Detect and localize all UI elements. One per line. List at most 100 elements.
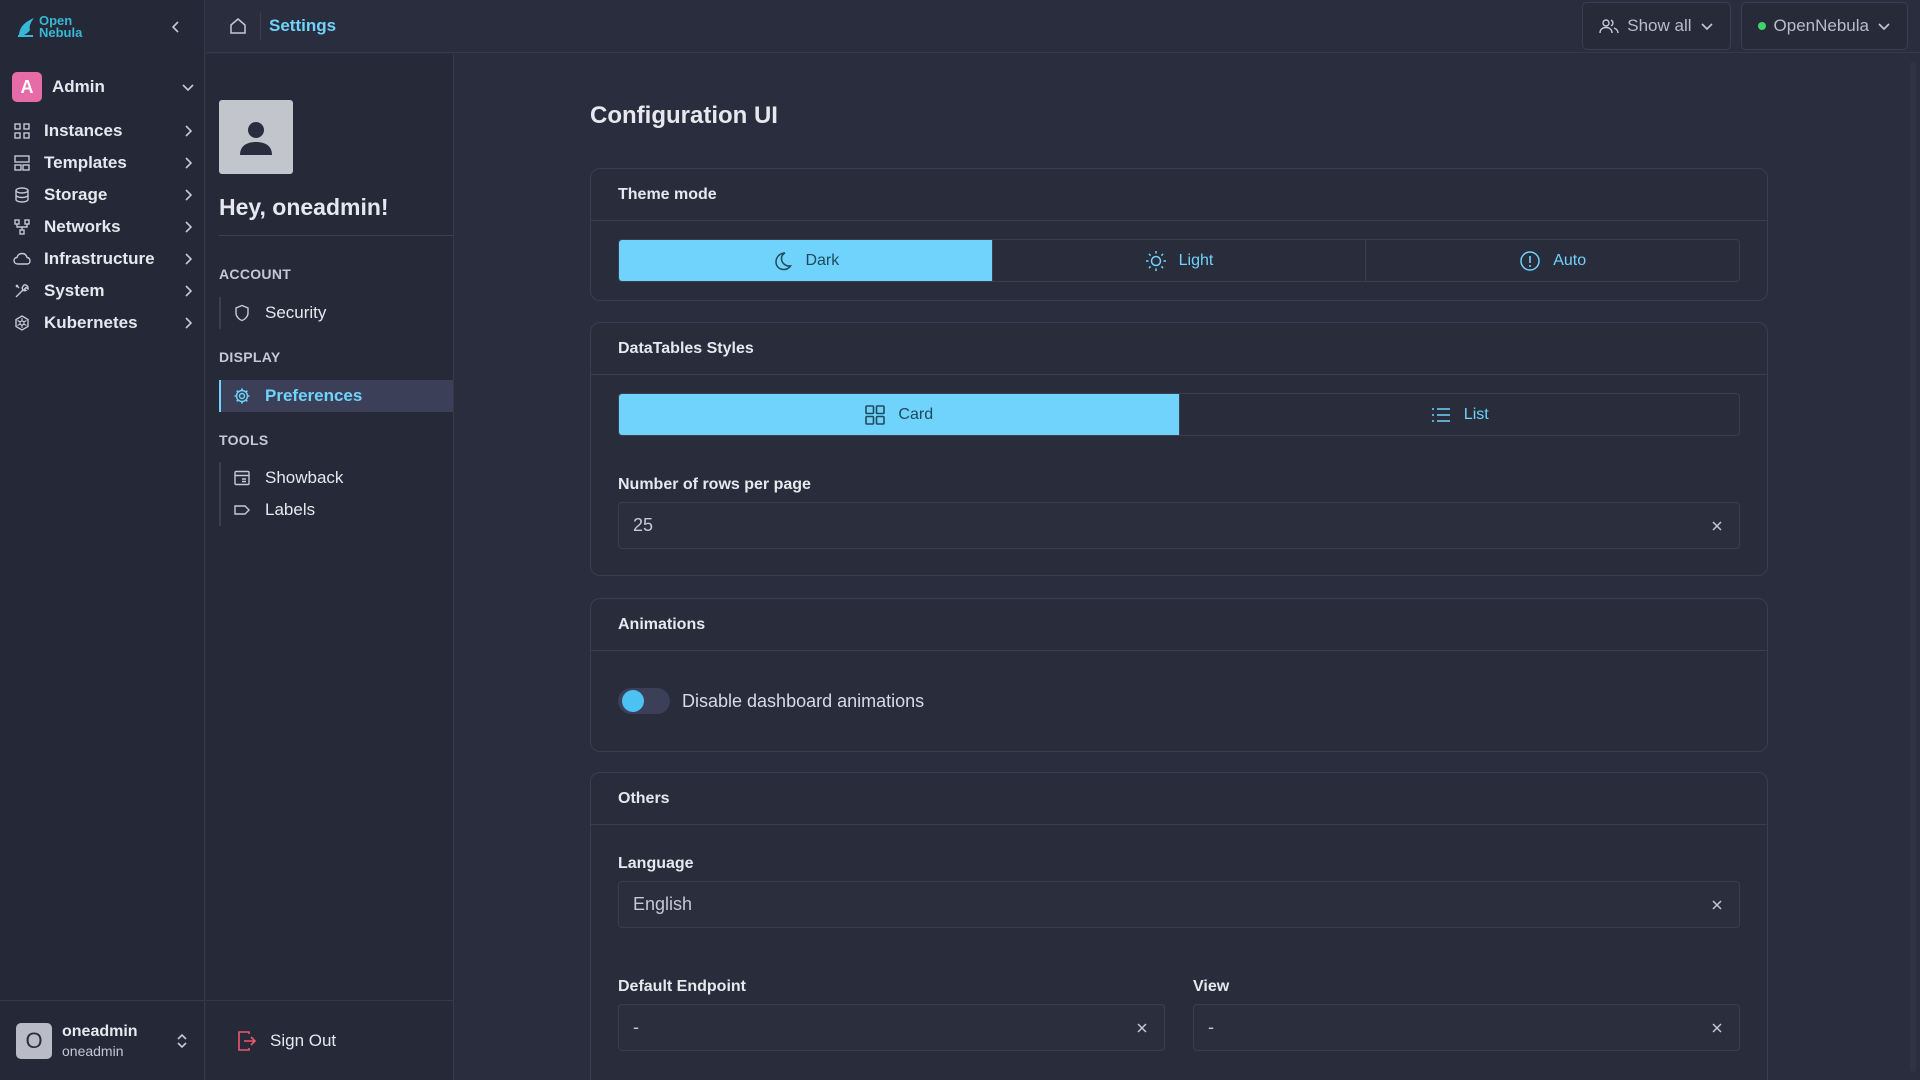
chevron-right-icon bbox=[185, 285, 193, 297]
view-select[interactable]: - bbox=[1193, 1004, 1740, 1051]
disable-animations-toggle[interactable] bbox=[618, 688, 670, 714]
clear-icon[interactable] bbox=[1134, 1020, 1150, 1036]
chevron-right-icon bbox=[185, 157, 193, 169]
breadcrumb-divider bbox=[260, 12, 261, 40]
clear-icon[interactable] bbox=[1709, 1020, 1725, 1036]
section-display-title: DISPLAY bbox=[219, 349, 281, 365]
toggle-knob bbox=[622, 690, 644, 712]
chevron-right-icon bbox=[185, 253, 193, 265]
networks-icon bbox=[12, 217, 32, 237]
sun-icon bbox=[1145, 250, 1166, 271]
clear-icon[interactable] bbox=[1709, 897, 1725, 913]
main-content: Configuration UI Theme mode Dark Light A… bbox=[455, 54, 1920, 1080]
chevron-right-icon bbox=[185, 125, 193, 137]
card-heading: Animations bbox=[591, 599, 1767, 651]
settings-item-label: Labels bbox=[265, 500, 316, 519]
chevron-right-icon bbox=[185, 221, 193, 233]
show-all-groups-button[interactable]: Show all bbox=[1582, 2, 1731, 50]
language-select[interactable]: English bbox=[618, 881, 1740, 928]
showback-icon bbox=[234, 470, 250, 486]
section-account-title: ACCOUNT bbox=[219, 266, 292, 282]
settings-item-label: Showback bbox=[265, 468, 344, 487]
nav-item-kubernetes[interactable]: Kubernetes bbox=[12, 307, 196, 339]
info-circle-icon bbox=[1520, 250, 1540, 271]
user-menu[interactable]: O oneadmin oneadmin bbox=[0, 1000, 205, 1080]
home-button[interactable] bbox=[222, 10, 254, 42]
card-heading: Theme mode bbox=[591, 169, 1767, 221]
moon-icon bbox=[775, 251, 793, 270]
nav-item-label: Storage bbox=[44, 185, 108, 204]
theme-mode-card: Theme mode Dark Light Auto bbox=[590, 168, 1768, 301]
logo-line-2: Nebula bbox=[39, 24, 83, 40]
logo-mark-icon bbox=[18, 17, 34, 37]
disable-animations-label: Disable dashboard animations bbox=[682, 690, 925, 711]
user-avatar: O bbox=[16, 1022, 52, 1059]
shield-icon bbox=[235, 304, 249, 322]
settings-item-security[interactable]: Security bbox=[219, 297, 453, 329]
sign-out-button[interactable]: Sign Out bbox=[206, 1000, 453, 1080]
view-label: View bbox=[1193, 978, 1230, 995]
default-endpoint-value: - bbox=[633, 1017, 639, 1037]
templates-icon bbox=[12, 153, 32, 173]
profile-picture[interactable] bbox=[219, 100, 293, 174]
greeting-heading: Hey, oneadmin! bbox=[219, 194, 389, 220]
theme-mode-selector: Dark Light Auto bbox=[618, 239, 1740, 282]
language-value: English bbox=[633, 894, 693, 914]
nav-item-infrastructure[interactable]: Infrastructure bbox=[12, 243, 196, 275]
theme-auto-button[interactable]: Auto bbox=[1366, 240, 1739, 281]
settings-item-label: Security bbox=[265, 303, 327, 322]
theme-auto-label: Auto bbox=[1553, 251, 1587, 269]
card-heading: Others bbox=[591, 773, 1767, 825]
clear-icon[interactable] bbox=[1709, 518, 1725, 534]
chevron-down-icon bbox=[182, 84, 194, 92]
datatables-styles-card: DataTables Styles Card List Number of ro… bbox=[590, 322, 1768, 576]
rows-per-page-select[interactable]: 25 bbox=[618, 502, 1740, 549]
settings-item-labels[interactable]: Labels bbox=[219, 494, 453, 526]
language-label: Language bbox=[618, 855, 694, 872]
nav-item-instances[interactable]: Instances bbox=[12, 115, 196, 147]
nav-item-storage[interactable]: Storage bbox=[12, 179, 196, 211]
nav-item-label: Infrastructure bbox=[44, 249, 155, 268]
collapse-sidebar-button[interactable] bbox=[164, 15, 188, 39]
style-list-button[interactable]: List bbox=[1180, 394, 1740, 435]
breadcrumb[interactable]: Settings bbox=[269, 16, 336, 36]
user-silhouette-icon bbox=[240, 122, 272, 155]
style-card-button[interactable]: Card bbox=[619, 394, 1180, 435]
tools-icon bbox=[12, 281, 32, 301]
chevron-up-down-icon bbox=[177, 1033, 187, 1048]
nav-item-label: Kubernetes bbox=[44, 313, 138, 332]
view-value: - bbox=[1208, 1017, 1214, 1037]
logout-icon bbox=[238, 1030, 257, 1051]
logo-text: Open Nebula bbox=[39, 14, 94, 40]
list-icon bbox=[1431, 407, 1450, 422]
card-heading: DataTables Styles bbox=[591, 323, 1767, 375]
nav-item-networks[interactable]: Networks bbox=[12, 211, 196, 243]
animations-card: Animations Disable dashboard animations bbox=[590, 598, 1768, 752]
theme-dark-button[interactable]: Dark bbox=[619, 240, 993, 281]
nav-item-label: Networks bbox=[44, 217, 121, 236]
default-endpoint-label: Default Endpoint bbox=[618, 978, 746, 995]
rows-per-page-value: 25 bbox=[633, 515, 654, 535]
home-icon bbox=[230, 18, 246, 34]
nav-item-templates[interactable]: Templates bbox=[12, 147, 196, 179]
zone-label: OpenNebula bbox=[1773, 16, 1869, 35]
group-switcher[interactable]: A Admin bbox=[12, 67, 196, 107]
default-endpoint-select[interactable]: - bbox=[618, 1004, 1165, 1051]
nav-item-system[interactable]: System bbox=[12, 275, 196, 307]
kubernetes-icon bbox=[12, 313, 32, 333]
zone-status-dot bbox=[1757, 22, 1766, 30]
settings-item-label: Preferences bbox=[265, 386, 363, 405]
storage-icon bbox=[12, 185, 32, 205]
chevron-down-icon bbox=[1878, 23, 1890, 31]
opennebula-logo[interactable]: Open Nebula bbox=[16, 14, 94, 40]
nav-item-label: Templates bbox=[44, 153, 127, 172]
instances-icon bbox=[12, 121, 32, 141]
users-icon bbox=[1599, 19, 1619, 34]
scrollbar[interactable] bbox=[1910, 62, 1916, 1072]
zone-selector-button[interactable]: OpenNebula bbox=[1740, 2, 1908, 50]
theme-light-button[interactable]: Light bbox=[993, 240, 1367, 281]
nav-header: Open Nebula bbox=[0, 0, 204, 53]
settings-item-preferences[interactable]: Preferences bbox=[219, 380, 453, 412]
settings-item-showback[interactable]: Showback bbox=[219, 462, 453, 494]
user-name: oneadmin bbox=[62, 1022, 138, 1040]
